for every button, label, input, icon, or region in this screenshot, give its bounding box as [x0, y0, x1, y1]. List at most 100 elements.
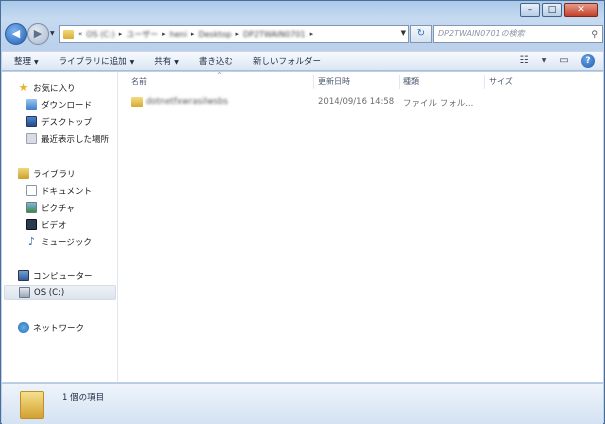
explorer-window: – □ ✕ ◀ ▶ ▼ « OS (C:) ▸ ユーザー ▸ heni ▸ De… — [0, 0, 605, 424]
window-controls: – □ ✕ — [520, 3, 598, 17]
nav-item-label: ドキュメント — [41, 186, 93, 197]
search-icon[interactable]: ⚲ — [591, 27, 598, 43]
file-row[interactable]: dotnetfxwrasilwsbs 2014/09/16 14:58 ファイル… — [127, 96, 497, 110]
videos-icon — [26, 219, 37, 230]
back-button[interactable]: ◀ — [5, 23, 27, 45]
pictures-icon — [26, 202, 37, 213]
computer-icon — [18, 270, 29, 281]
help-icon[interactable]: ? — [581, 54, 595, 68]
organize-label: 整理 — [14, 57, 32, 67]
chevron-right-icon[interactable]: ▸ — [162, 30, 166, 38]
arrow-right-icon: ▶ — [33, 27, 43, 40]
chevron-right-icon[interactable]: ▸ — [119, 30, 123, 38]
column-header-date-modified[interactable]: 更新日時 — [318, 76, 350, 90]
column-header-type[interactable]: 種類 — [403, 76, 419, 90]
caret-down-icon: ▼ — [174, 59, 179, 66]
address-row: ◀ ▶ ▼ « OS (C:) ▸ ユーザー ▸ heni ▸ Desktop … — [5, 23, 603, 45]
file-list-pane[interactable]: 名前 ^ 更新日時 種類 サイズ dotnetfxwrasilwsbs 2014… — [119, 72, 603, 382]
nav-item-music[interactable]: ♪ ミュージック — [26, 234, 92, 249]
nav-item-label: ビデオ — [41, 220, 67, 231]
folder-icon — [20, 391, 44, 419]
nav-item-label: ミュージック — [41, 237, 92, 248]
nav-item-pictures[interactable]: ピクチャ — [26, 200, 75, 215]
address-dropdown-icon[interactable]: ▼ — [401, 29, 406, 37]
chevron-double-left-icon: « — [78, 30, 83, 38]
navigation-pane[interactable]: ★ お気に入り ダウンロード デスクトップ 最近表示した場所 ライブラリ ドキュ… — [2, 72, 118, 382]
refresh-button[interactable]: ↻ — [410, 25, 432, 43]
nav-network[interactable]: ネットワーク — [18, 320, 84, 335]
library-icon — [18, 168, 29, 179]
toolbar-right-group: ☷ ▼ ▭ ? — [517, 54, 595, 68]
nav-item-documents[interactable]: ドキュメント — [26, 183, 92, 198]
chevron-down-icon: ▼ — [50, 30, 55, 37]
nav-computer[interactable]: コンピューター — [18, 268, 93, 283]
column-header-label: サイズ — [489, 77, 513, 86]
column-header-name[interactable]: 名前 — [131, 76, 147, 90]
burn-label: 書き込む — [198, 57, 233, 67]
view-dropdown-icon[interactable]: ▼ — [541, 54, 547, 68]
nav-item-videos[interactable]: ビデオ — [26, 217, 67, 232]
music-icon: ♪ — [27, 235, 36, 248]
file-name: dotnetfxwrasilwsbs — [146, 97, 228, 107]
nav-libraries[interactable]: ライブラリ — [18, 166, 76, 181]
desktop-icon — [26, 116, 37, 127]
refresh-icon: ↻ — [416, 28, 426, 39]
burn-button[interactable]: 書き込む — [199, 55, 233, 67]
view-options-icon[interactable]: ☷ — [517, 54, 531, 68]
nav-item-os-drive[interactable]: OS (C:) — [4, 285, 116, 300]
nav-item-downloads[interactable]: ダウンロード — [26, 97, 92, 112]
nav-item-recent-places[interactable]: 最近表示した場所 — [26, 131, 109, 146]
breadcrumb-user[interactable]: heni — [170, 30, 187, 39]
caret-down-icon: ▼ — [34, 59, 39, 66]
folder-icon — [131, 97, 143, 107]
nav-favorites[interactable]: ★ お気に入り — [18, 80, 76, 95]
nav-network-label: ネットワーク — [33, 323, 85, 334]
arrow-left-icon: ◀ — [11, 27, 21, 40]
chevron-right-icon[interactable]: ▸ — [191, 30, 195, 38]
nav-item-label: 最近表示した場所 — [41, 134, 110, 145]
downloads-icon — [26, 99, 37, 110]
breadcrumb-current-folder[interactable]: DP2TWAIN0701 — [243, 30, 306, 39]
include-in-library-button[interactable]: ライブラリに追加 ▼ — [59, 55, 135, 67]
column-header-label: 名前 — [131, 77, 147, 86]
close-button[interactable]: ✕ — [564, 3, 598, 17]
column-divider[interactable] — [399, 75, 400, 89]
search-placeholder: DP2TWAIN0701の検索 — [438, 29, 525, 38]
breadcrumb-users[interactable]: ユーザー — [126, 29, 158, 40]
recent-places-icon — [26, 133, 37, 144]
chevron-right-icon[interactable]: ▸ — [310, 30, 314, 38]
item-count-status: 1 個の項目 — [62, 393, 105, 403]
breadcrumb-desktop[interactable]: Desktop — [198, 30, 231, 39]
nav-computer-label: コンピューター — [33, 271, 93, 282]
recent-pages-dropdown[interactable]: ▼ — [50, 29, 58, 39]
share-button[interactable]: 共有 ▼ — [154, 55, 179, 67]
nav-item-desktop[interactable]: デスクトップ — [26, 114, 92, 129]
network-icon — [18, 322, 29, 333]
nav-item-label: OS (C:) — [34, 287, 65, 298]
address-bar[interactable]: « OS (C:) ▸ ユーザー ▸ heni ▸ Desktop ▸ DP2T… — [59, 25, 409, 43]
column-header-label: 更新日時 — [318, 77, 350, 86]
search-input[interactable]: DP2TWAIN0701の検索 ⚲ — [433, 25, 603, 43]
drive-icon — [19, 287, 30, 298]
star-icon: ★ — [18, 81, 29, 94]
breadcrumb-drive[interactable]: OS (C:) — [86, 30, 114, 39]
column-divider[interactable] — [313, 75, 314, 89]
column-header-label: 種類 — [403, 77, 419, 86]
chevron-right-icon[interactable]: ▸ — [235, 30, 239, 38]
nav-item-label: ダウンロード — [41, 100, 93, 111]
details-pane: 1 個の項目 — [2, 383, 603, 424]
new-folder-label: 新しいフォルダー — [252, 57, 321, 67]
main-area: ★ お気に入り ダウンロード デスクトップ 最近表示した場所 ライブラリ ドキュ… — [2, 72, 603, 382]
maximize-button[interactable]: □ — [542, 3, 562, 17]
preview-pane-icon[interactable]: ▭ — [557, 54, 571, 68]
nav-libraries-label: ライブラリ — [33, 169, 76, 180]
share-label: 共有 — [154, 57, 172, 67]
column-divider[interactable] — [484, 75, 485, 89]
forward-button[interactable]: ▶ — [27, 23, 49, 45]
caret-down-icon: ▼ — [129, 59, 135, 66]
new-folder-button[interactable]: 新しいフォルダー — [253, 55, 321, 67]
column-header-size[interactable]: サイズ — [489, 76, 513, 90]
minimize-button[interactable]: – — [520, 3, 540, 17]
include-in-library-label: ライブラリに追加 — [58, 57, 127, 67]
organize-button[interactable]: 整理 ▼ — [14, 55, 39, 67]
